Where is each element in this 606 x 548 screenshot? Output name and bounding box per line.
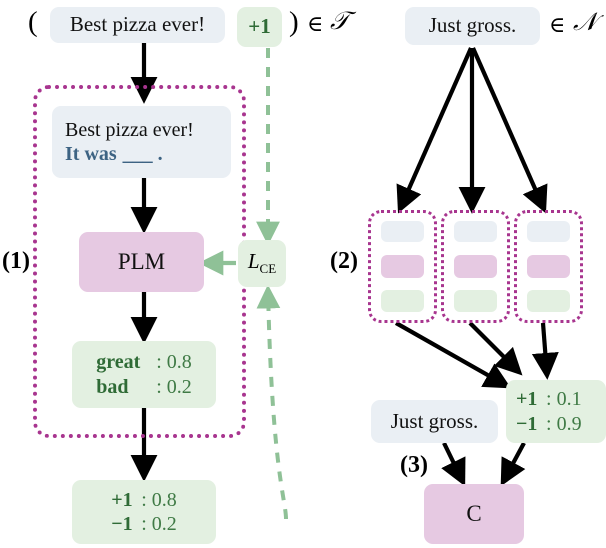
- prompt-period: .: [157, 143, 163, 165]
- soft-label-row: +1 : 0.1: [516, 387, 582, 411]
- unlabeled-example-sentence: Just gross.: [428, 13, 517, 38]
- loss-label: LCE: [248, 249, 276, 277]
- membership-symbol-train: ∈: [307, 11, 324, 36]
- membership-symbol-unlabeled: ∈: [549, 12, 566, 37]
- open-paren: (: [28, 6, 38, 38]
- verbalizer-probability: 0.2: [166, 375, 192, 398]
- labeled-example-sentence: Best pizza ever!: [69, 12, 206, 37]
- loss-box: LCE: [238, 240, 286, 287]
- close-paren: ): [289, 6, 299, 38]
- verbalizer-probability: 0.8: [166, 351, 192, 374]
- prompt-mask-blank: ___: [122, 143, 153, 165]
- figure-canvas: ( Best pizza ever! +1 ) ∈ 𝒯 Just gross. …: [0, 0, 606, 548]
- label-distribution-class: +1: [111, 488, 133, 511]
- label-distribution-separator: :: [141, 513, 147, 535]
- ensemble-member-3-output-tile: [527, 290, 570, 312]
- classifier-input-sentence: Just gross.: [390, 408, 479, 433]
- verbalizer-token: great: [96, 351, 141, 374]
- gold-label-value: +1: [248, 14, 271, 39]
- ensemble-member-3-plm-tile: [527, 255, 570, 278]
- arrow-softlabel-to-classifier: [500, 442, 526, 487]
- classifier-box: C: [424, 484, 524, 544]
- ensemble-member-1-plm-tile: [381, 255, 424, 278]
- verbalizer-output-box: great : 0.8 bad : 0.2: [72, 341, 216, 408]
- labeled-example-sentence-box: Best pizza ever!: [50, 7, 225, 43]
- step-2-label: (2): [330, 248, 358, 274]
- label-distribution-probability: 0.2: [151, 513, 177, 535]
- label-distribution-row: −1 : 0.2: [111, 512, 177, 536]
- arrow-member-3-to-softlabel: [531, 322, 559, 380]
- ensemble-member-2-prompt-tile: [454, 221, 497, 242]
- soft-label-separator: :: [546, 388, 552, 411]
- arrow-unlabeled-to-member-3: [471, 47, 548, 214]
- soft-label-separator: :: [546, 412, 552, 435]
- arrow-member-2-to-softlabel: [468, 321, 523, 376]
- loss-subscript: CE: [259, 261, 277, 277]
- prompt-template-box: Best pizza ever! It was ___.: [52, 106, 231, 178]
- verbalizer-separator: :: [156, 375, 162, 398]
- loss-symbol: L: [247, 249, 260, 274]
- classifier-input-box: Just gross.: [371, 400, 498, 443]
- soft-label-probability: 0.1: [556, 388, 582, 411]
- arrow-input-to-classifier: [441, 442, 466, 487]
- arrow-member-1-to-softlabel: [394, 321, 512, 389]
- unlabeled-example-box: Just gross.: [405, 7, 540, 45]
- ensemble-member-1-output-tile: [381, 290, 424, 312]
- soft-label-row: −1 : 0.9: [516, 412, 582, 436]
- label-distribution-probability: 0.8: [151, 488, 177, 511]
- soft-label-box: +1 : 0.1 −1 : 0.9: [506, 380, 606, 443]
- soft-label-class: +1: [516, 388, 538, 411]
- train-set-symbol: 𝒯: [330, 8, 350, 35]
- ensemble-member-2-plm-tile: [454, 255, 497, 278]
- label-distribution-row: +1 : 0.8: [111, 488, 177, 512]
- prompt-pattern-prefix: It was: [65, 143, 117, 165]
- arrow-prediction-to-loss: [256, 284, 288, 520]
- unlabeled-set-symbol: 𝒩: [573, 9, 597, 36]
- plm-box: PLM: [79, 232, 204, 292]
- ensemble-member-3-prompt-tile: [527, 221, 570, 242]
- step-3-label: (3): [400, 452, 428, 478]
- verbalizer-separator: :: [156, 351, 162, 374]
- classifier-label: C: [466, 500, 482, 526]
- plm-label: PLM: [117, 248, 166, 274]
- ensemble-member-1-prompt-tile: [381, 221, 424, 242]
- label-distribution-separator: :: [141, 488, 147, 511]
- prompt-pattern-line: It was ___.: [65, 142, 163, 166]
- gold-label-box: +1: [237, 7, 282, 47]
- label-distribution-box: +1 : 0.8 −1 : 0.2: [72, 480, 216, 544]
- soft-label-probability: 0.9: [556, 412, 582, 435]
- soft-label-class: −1: [516, 412, 538, 435]
- verbalizer-row: great : 0.8: [96, 350, 192, 374]
- verbalizer-row: bad : 0.2: [96, 375, 192, 399]
- ensemble-member-2-output-tile: [454, 290, 497, 312]
- step-1-label: (1): [2, 248, 30, 274]
- arrow-unlabeled-to-member-1: [396, 47, 473, 214]
- verbalizer-token: bad: [96, 375, 129, 398]
- prompt-original-sentence: Best pizza ever!: [65, 118, 194, 141]
- label-distribution-class: −1: [111, 513, 133, 535]
